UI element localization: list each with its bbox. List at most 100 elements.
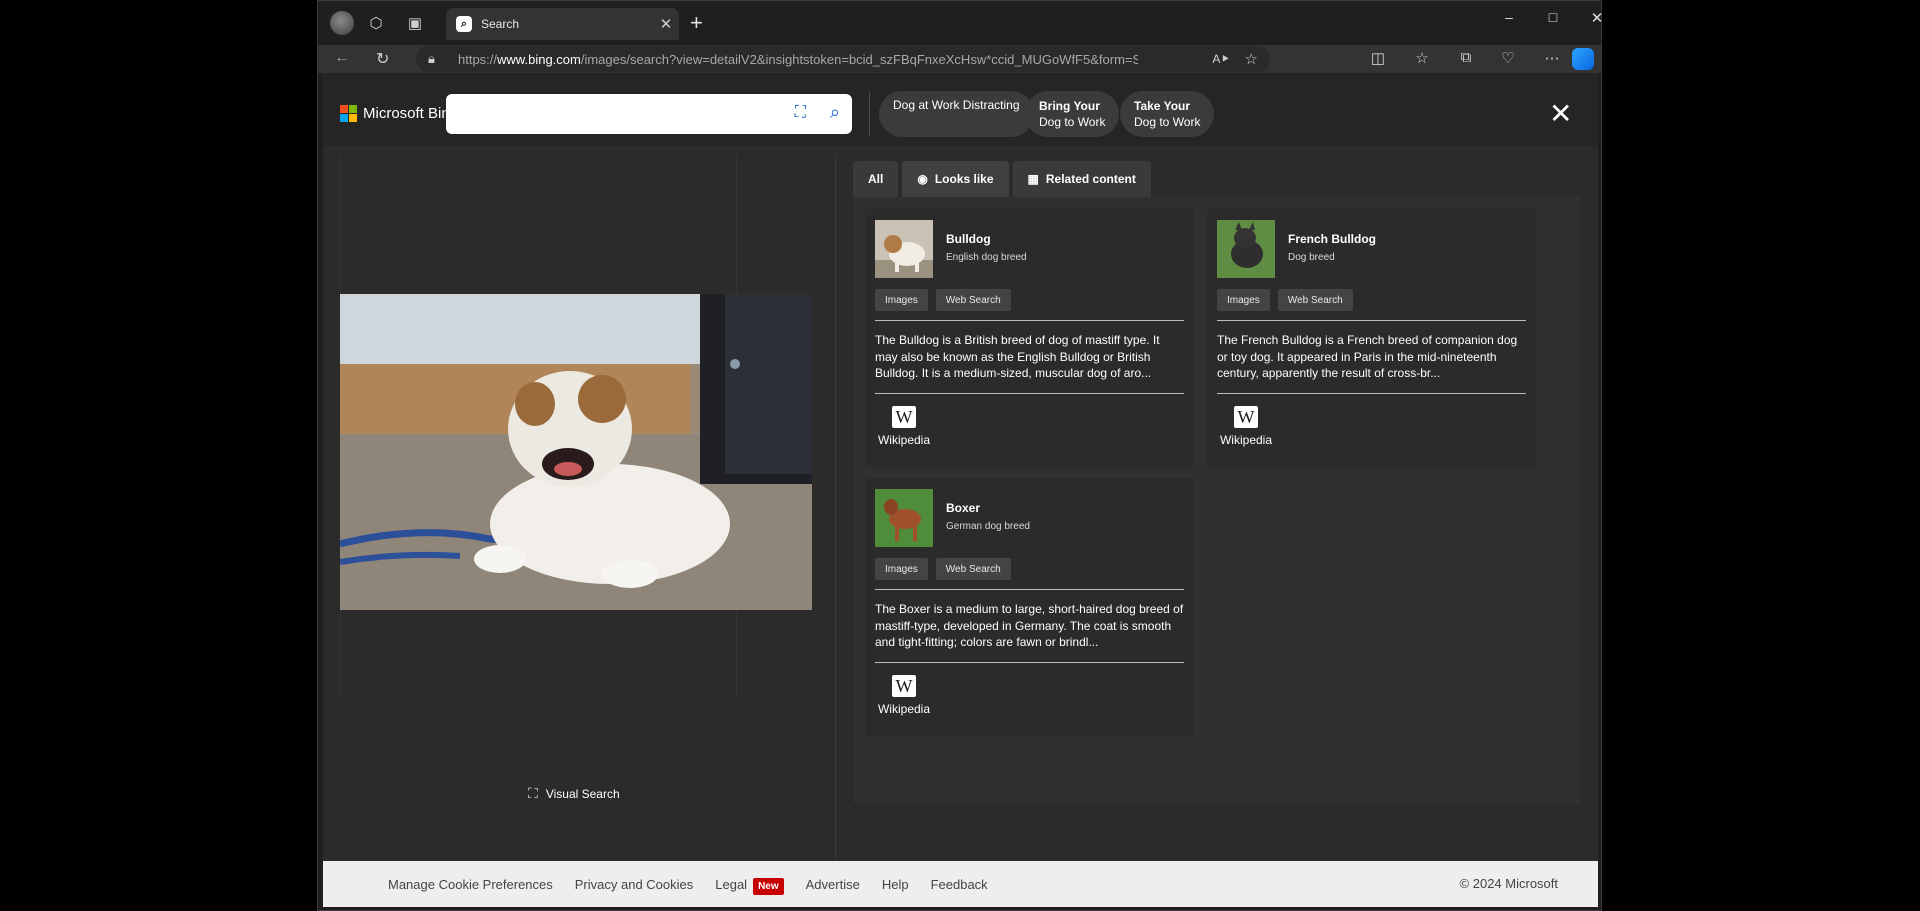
window-close-icon[interactable]: ✕ — [1577, 9, 1617, 27]
tab-label: Looks like — [934, 172, 994, 186]
entity-card-boxer: Boxer German dog breed Images Web Search… — [865, 478, 1194, 736]
tab-related-content[interactable]: ▦ Related content — [1012, 161, 1151, 197]
read-aloud-icon[interactable]: A⯈ — [1212, 52, 1230, 67]
card-divider — [875, 662, 1184, 663]
logo-text: Microsoft Bing — [363, 105, 459, 122]
web-search-button[interactable]: Web Search — [935, 558, 1011, 580]
boxer-thumbnail[interactable] — [875, 489, 933, 547]
footer-link-advertise[interactable]: Advertise — [806, 877, 860, 892]
footer-link-cookie-preferences[interactable]: Manage Cookie Preferences — [388, 877, 553, 892]
title-bar: ⬡ ▣ ⌕ Search ✕ + – □ ✕ — [318, 1, 1603, 45]
wikipedia-link[interactable]: W Wikipedia — [875, 675, 933, 716]
card-divider — [1217, 393, 1526, 394]
wikipedia-link[interactable]: W Wikipedia — [1217, 406, 1275, 447]
related-chip-1[interactable]: Dog at Work Distracting — [879, 91, 1034, 137]
microsoft-logo-icon — [340, 105, 357, 122]
entity-name[interactable]: Bulldog — [946, 232, 991, 246]
favorite-star-icon[interactable]: ☆ — [1245, 50, 1258, 68]
entity-description: Dog breed — [1288, 252, 1335, 263]
browser-toolbar: ← ↻ 🔒︎ https://www.bing.com/images/searc… — [318, 45, 1601, 73]
bing-logo[interactable]: Microsoft Bing — [340, 105, 458, 122]
url-host: www.bing.com — [497, 51, 581, 67]
address-bar[interactable]: 🔒︎ https://www.bing.com/images/search?vi… — [416, 46, 1270, 72]
visual-search-icon: ⛶ — [528, 785, 538, 801]
entity-card-bulldog: Bulldog English dog breed Images Web Sea… — [865, 209, 1194, 467]
lock-icon[interactable]: 🔒︎ — [428, 51, 446, 67]
search-input[interactable]: ⛶ ⌕ — [446, 94, 852, 134]
new-tab-icon[interactable]: + — [690, 11, 703, 35]
french-bulldog-thumbnail[interactable] — [1217, 220, 1275, 278]
source-label: Wikipedia — [877, 702, 931, 716]
card-divider — [875, 320, 1184, 321]
visual-search-label: Visual Search — [545, 786, 620, 801]
refresh-icon[interactable]: ↻ — [376, 49, 389, 69]
wikipedia-icon: W — [892, 406, 916, 428]
maximize-icon[interactable]: □ — [1533, 9, 1573, 25]
images-button[interactable]: Images — [875, 558, 928, 580]
close-tab-icon[interactable]: ✕ — [653, 15, 679, 33]
chip-label: Take Your — [1134, 99, 1191, 113]
related-chip-3[interactable]: Take Your Dog to Work — [1120, 91, 1215, 137]
web-search-button[interactable]: Web Search — [935, 289, 1011, 311]
grid-icon: ▦ — [1027, 172, 1039, 186]
footer-link-legal[interactable]: Legal New — [715, 876, 784, 895]
entity-name[interactable]: Boxer — [946, 501, 980, 515]
copilot-icon[interactable] — [1572, 48, 1594, 70]
looks-like-panel: Bulldog English dog breed Images Web Sea… — [853, 197, 1580, 803]
more-options-icon[interactable]: ⋯ — [1540, 49, 1564, 67]
bing-header: Microsoft Bing ⛶ ⌕ Dog at Work Distracti… — [323, 73, 1598, 146]
tab-search[interactable]: ⌕ Search ✕ — [446, 8, 679, 40]
footer-link-feedback[interactable]: Feedback — [931, 877, 988, 892]
workspaces-icon[interactable]: ⬡ — [363, 11, 389, 35]
browser-window: ⬡ ▣ ⌕ Search ✕ + – □ ✕ ← ↻ 🔒︎ https://ww… — [317, 0, 1603, 911]
profile-avatar[interactable] — [330, 11, 354, 35]
bing-image-detail-page: Microsoft Bing ⛶ ⌕ Dog at Work Distracti… — [323, 73, 1598, 861]
visual-search-icon[interactable]: ⛶ — [795, 104, 806, 122]
source-label: Wikipedia — [877, 433, 931, 447]
tab-label: All — [868, 172, 884, 186]
chip-sublabel: Dog to Work — [1039, 115, 1106, 129]
favorites-icon[interactable]: ☆ — [1410, 49, 1434, 67]
vertical-tabs-icon[interactable]: ▣ — [402, 11, 428, 35]
chip-label: Dog at Work Distracting — [893, 98, 1020, 112]
back-icon[interactable]: ← — [334, 49, 350, 67]
wikipedia-icon: W — [1234, 406, 1258, 428]
copyright: © 2024 Microsoft — [1459, 876, 1558, 891]
search-icon[interactable]: ⌕ — [830, 102, 840, 123]
legal-label: Legal — [715, 876, 748, 892]
entity-summary: The French Bulldog is a French breed of … — [1217, 333, 1518, 380]
insight-tabs: All ◉ Looks like ▦ Related content — [853, 161, 1151, 197]
url-text[interactable]: https://www.bing.com/images/search?view=… — [458, 52, 1138, 67]
bing-favicon-icon: ⌕ — [456, 16, 472, 32]
bulldog-thumbnail[interactable] — [875, 220, 933, 278]
bulldog-photo[interactable] — [340, 294, 812, 610]
chip-label: Bring Your — [1039, 99, 1100, 113]
close-detail-icon[interactable]: ✕ — [1549, 100, 1572, 128]
footer-link-help[interactable]: Help — [882, 877, 909, 892]
footer-link-privacy[interactable]: Privacy and Cookies — [575, 877, 694, 892]
source-label: Wikipedia — [1219, 433, 1273, 447]
visual-search-button[interactable]: ⛶ Visual Search — [528, 785, 620, 802]
pane-divider — [835, 155, 836, 861]
url-path: /images/search?view=detailV2&insightstok… — [580, 51, 1138, 67]
tab-all[interactable]: All — [853, 161, 899, 197]
wikipedia-icon: W — [892, 675, 916, 697]
wikipedia-link[interactable]: W Wikipedia — [875, 406, 933, 447]
related-chip-2[interactable]: Bring Your Dog to Work — [1025, 91, 1120, 137]
images-button[interactable]: Images — [1217, 289, 1270, 311]
card-divider — [875, 393, 1184, 394]
tab-title: Search — [481, 17, 520, 31]
eye-icon: ◉ — [917, 172, 928, 186]
header-divider — [869, 91, 870, 137]
chip-sublabel: Dog to Work — [1134, 115, 1201, 129]
images-button[interactable]: Images — [875, 289, 928, 311]
entity-description: German dog breed — [946, 521, 1030, 532]
browser-essentials-icon[interactable]: ♡ — [1496, 49, 1520, 67]
new-badge: New — [753, 877, 784, 895]
split-screen-icon[interactable]: ◫ — [1366, 49, 1390, 67]
entity-name[interactable]: French Bulldog — [1288, 232, 1376, 246]
collections-icon[interactable]: ⧉ — [1454, 49, 1478, 66]
web-search-button[interactable]: Web Search — [1277, 289, 1353, 311]
tab-looks-like[interactable]: ◉ Looks like — [902, 161, 1009, 197]
minimize-icon[interactable]: – — [1489, 9, 1529, 25]
